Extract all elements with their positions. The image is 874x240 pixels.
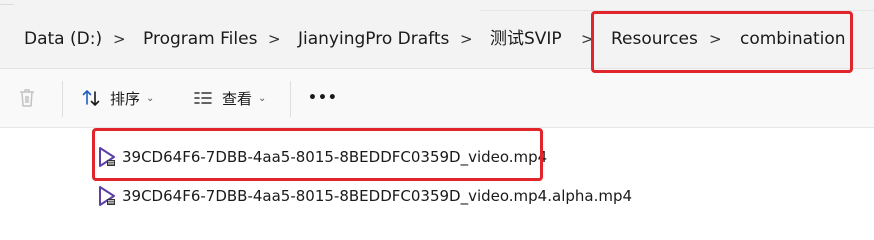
delete-button[interactable] — [16, 85, 38, 111]
video-file-icon — [98, 185, 116, 207]
breadcrumb-separator[interactable]: > — [268, 29, 281, 49]
tab-strip-edge-left — [0, 0, 14, 5]
video-file-icon — [98, 146, 116, 168]
breadcrumb-separator[interactable]: > — [113, 29, 126, 49]
breadcrumb-item-resources[interactable]: Resources — [611, 28, 698, 50]
view-button[interactable]: 查看 ⌄ — [192, 85, 266, 111]
breadcrumb-item-program-files[interactable]: Program Files — [143, 28, 257, 50]
address-bar: Data (D:) > Program Files > JianyingPro … — [0, 0, 874, 69]
trash-icon — [20, 89, 34, 107]
sort-label: 排序 — [110, 89, 141, 108]
tab-strip-edge — [480, 0, 874, 11]
sort-icon — [82, 90, 100, 106]
file-name: 39CD64F6-7DBB-4aa5-8015-8BEDDFC0359D_vid… — [122, 148, 548, 166]
file-name: 39CD64F6-7DBB-4aa5-8015-8BEDDFC0359D_vid… — [122, 187, 633, 205]
more-options-button[interactable]: ••• — [308, 85, 338, 111]
breadcrumb-item-data-drive[interactable]: Data (D:) — [24, 28, 102, 50]
breadcrumb-item-combination[interactable]: combination — [740, 28, 846, 50]
breadcrumb-item-test-svip[interactable]: 测试SVIP — [490, 28, 562, 50]
file-row[interactable]: 39CD64F6-7DBB-4aa5-8015-8BEDDFC0359D_vid… — [98, 183, 632, 209]
chevron-down-icon: ⌄ — [258, 92, 267, 104]
sort-button[interactable]: 排序 ⌄ — [80, 85, 154, 111]
toolbar-divider — [290, 81, 291, 117]
breadcrumb-separator[interactable]: > — [709, 29, 722, 49]
file-row[interactable]: 39CD64F6-7DBB-4aa5-8015-8BEDDFC0359D_vid… — [98, 144, 547, 170]
more-icon: ••• — [308, 90, 338, 106]
view-label: 查看 — [222, 89, 253, 108]
breadcrumb-item-jianyingpro-drafts[interactable]: JianyingPro Drafts — [298, 28, 449, 50]
command-toolbar: 排序 ⌄ 查看 ⌄ ••• — [0, 69, 874, 128]
breadcrumb-separator[interactable]: > — [460, 29, 473, 49]
breadcrumb-separator[interactable]: > — [581, 29, 594, 49]
chevron-down-icon: ⌄ — [146, 92, 155, 104]
list-view-icon — [194, 92, 212, 104]
toolbar-divider — [62, 81, 63, 117]
